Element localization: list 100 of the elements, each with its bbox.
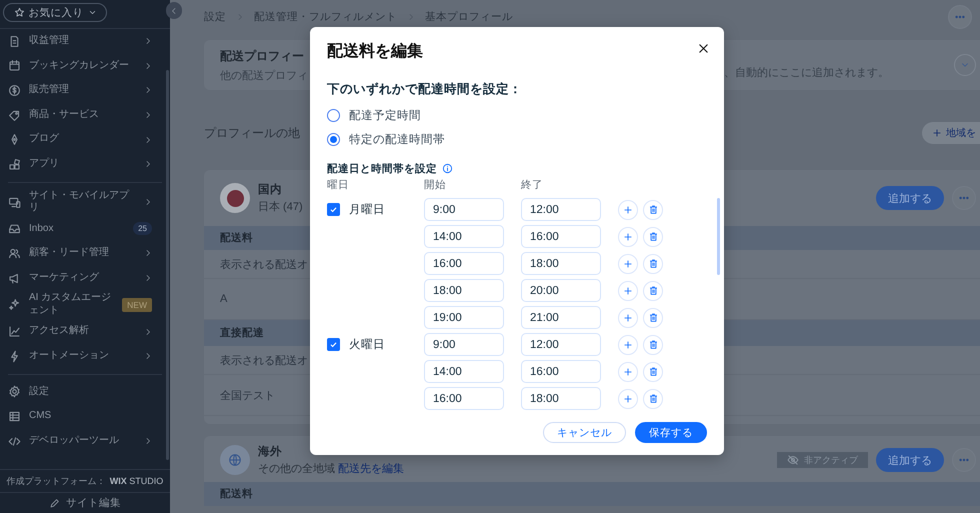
more-button[interactable] xyxy=(948,5,972,29)
start-time-field[interactable]: 14:00 xyxy=(424,225,504,248)
end-time-field[interactable]: 12:00 xyxy=(521,333,601,356)
radio-button[interactable] xyxy=(327,132,340,146)
delete-slot-button[interactable] xyxy=(643,308,663,328)
start-time-field[interactable]: 19:00 xyxy=(424,306,504,329)
delete-slot-button[interactable] xyxy=(643,226,663,246)
scrollbar[interactable] xyxy=(166,70,169,460)
radio-button[interactable] xyxy=(327,108,340,122)
cancel-button[interactable]: キャンセル xyxy=(543,422,626,443)
scrollbar[interactable] xyxy=(717,198,720,275)
code-icon xyxy=(8,434,21,448)
delete-slot-button[interactable] xyxy=(643,362,663,382)
calendar-icon xyxy=(8,59,21,72)
chevron-right-icon xyxy=(144,111,152,120)
start-time-field[interactable]: 9:00 xyxy=(424,333,504,356)
sidebar-item[interactable]: 設定 xyxy=(0,380,164,404)
delete-slot-button[interactable] xyxy=(643,388,663,408)
start-time-field[interactable]: 9:00 xyxy=(424,198,504,221)
trash-icon xyxy=(648,258,658,269)
checkmark-icon xyxy=(329,205,338,214)
chevron-right-icon xyxy=(144,136,152,144)
checkbox[interactable] xyxy=(327,338,340,351)
create-region-button[interactable]: 地域を xyxy=(922,122,980,144)
line-chart-icon xyxy=(8,325,21,338)
sidebar-item[interactable]: AI カスタムエージェント NEW xyxy=(0,290,164,320)
sidebar-item[interactable]: アプリ xyxy=(0,152,164,177)
table-icon xyxy=(8,410,21,423)
start-time-field[interactable]: 18:00 xyxy=(424,279,504,302)
trash-icon xyxy=(648,366,658,377)
sidebar-item[interactable]: ブッキングカレンダー xyxy=(0,54,164,78)
add-slot-button[interactable] xyxy=(618,388,638,408)
end-time-field[interactable]: 12:00 xyxy=(521,198,601,221)
checkbox[interactable] xyxy=(327,203,340,216)
sidebar-item[interactable]: Inbox 25 xyxy=(0,216,164,242)
devices-icon xyxy=(8,196,21,209)
add-button[interactable]: 追加する xyxy=(876,186,944,210)
sidebar-item[interactable]: マーケティング xyxy=(0,266,164,290)
start-time-field[interactable]: 16:00 xyxy=(424,252,504,275)
new-badge: NEW xyxy=(122,298,152,312)
credit-text: 作成プラットフォーム： xyxy=(6,474,106,488)
edit-link[interactable]: 配送先を編集 xyxy=(338,463,404,475)
save-button[interactable]: 保存する xyxy=(635,422,707,443)
table-cell-text: 表示される配送オ xyxy=(220,354,309,368)
end-time-field[interactable]: 21:00 xyxy=(521,306,601,329)
checkmark-icon xyxy=(329,340,338,349)
add-slot-button[interactable] xyxy=(618,200,638,220)
more-button[interactable] xyxy=(952,448,976,472)
inbox-icon xyxy=(8,222,21,236)
add-slot-button[interactable] xyxy=(618,362,638,382)
chevron-down-icon xyxy=(88,8,96,17)
sidebar-item[interactable]: デベロッパーツール xyxy=(0,428,164,454)
plus-icon xyxy=(623,340,633,350)
start-time-field[interactable]: 14:00 xyxy=(424,360,504,383)
sidebar-item[interactable]: 販売管理 xyxy=(0,78,164,103)
dialog-title: 配送料を編集 xyxy=(327,42,424,62)
sidebar-item[interactable]: 商品・サービス xyxy=(0,102,164,128)
delete-slot-button[interactable] xyxy=(643,254,663,274)
trash-icon xyxy=(648,393,658,404)
chevron-right-icon xyxy=(407,13,415,21)
region-detail: 日本 (47) xyxy=(258,200,303,214)
add-button[interactable]: 追加する xyxy=(876,448,944,472)
trash-icon xyxy=(648,204,658,215)
sidebar-item[interactable]: 収益管理 xyxy=(0,29,164,54)
end-time-field[interactable]: 18:00 xyxy=(521,252,601,275)
end-time-field[interactable]: 16:00 xyxy=(521,360,601,383)
chevron-right-icon xyxy=(144,160,152,168)
delete-slot-button[interactable] xyxy=(643,280,663,300)
sidebar-item[interactable]: アクセス解析 xyxy=(0,319,164,344)
sidebar-item[interactable]: CMS xyxy=(0,404,164,429)
collapse-button[interactable] xyxy=(166,2,182,19)
chevron-right-icon xyxy=(144,328,152,336)
table-cell-text: A xyxy=(220,293,228,305)
sidebar-item[interactable]: ブログ xyxy=(0,127,164,152)
radio-option[interactable]: 特定の配達時間帯 xyxy=(327,127,707,151)
add-slot-button[interactable] xyxy=(618,280,638,300)
add-slot-button[interactable] xyxy=(618,308,638,328)
edit-site-button[interactable]: サイト編集 xyxy=(0,493,170,513)
end-time-field[interactable]: 16:00 xyxy=(521,225,601,248)
radio-option[interactable]: 配達予定時間 xyxy=(327,103,707,127)
plus-icon xyxy=(932,128,942,138)
add-slot-button[interactable] xyxy=(618,254,638,274)
add-slot-button[interactable] xyxy=(618,226,638,246)
favorites-button[interactable]: お気に入り xyxy=(3,3,107,22)
sidebar-item[interactable]: 顧客・リード管理 xyxy=(0,241,164,266)
end-time-field[interactable]: 20:00 xyxy=(521,279,601,302)
sidebar-item[interactable]: サイト・モバイルアプリ xyxy=(0,188,164,217)
gear-icon xyxy=(8,385,21,398)
start-time-field[interactable]: 16:00 xyxy=(424,387,504,410)
more-button[interactable] xyxy=(952,186,976,210)
column-header: 開始 xyxy=(424,178,447,192)
end-time-field[interactable]: 18:00 xyxy=(521,387,601,410)
prompt-text: 下のいずれかで配達時間を設定： xyxy=(327,81,523,97)
plus-icon xyxy=(623,232,633,242)
flag-icon xyxy=(220,183,250,213)
add-slot-button[interactable] xyxy=(618,334,638,354)
delete-slot-button[interactable] xyxy=(643,334,663,354)
sidebar-item[interactable]: オートメーション xyxy=(0,344,164,369)
close-icon xyxy=(696,42,710,54)
delete-slot-button[interactable] xyxy=(643,200,663,220)
